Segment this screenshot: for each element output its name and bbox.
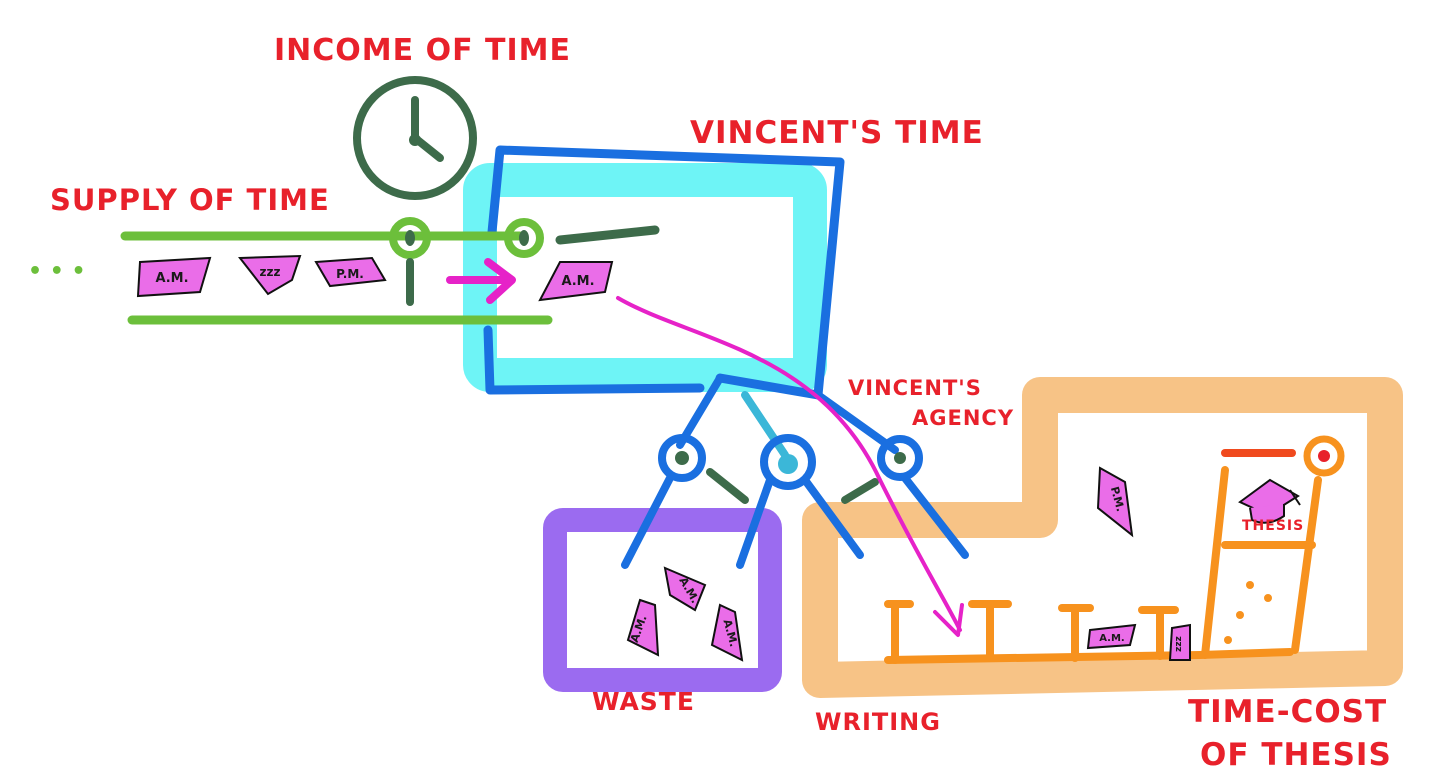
time-chip-am: A.M. [136, 256, 212, 298]
time-chip-am: A.M. [538, 261, 614, 302]
svg-text:zzz: zzz [260, 265, 281, 279]
timecost-label-line1: TIME-COST [1188, 694, 1387, 730]
stock-and-flow-diagram: A.M. zzz P.M. A.M. A.M. A.M. A.M. P.M. A… [28, 33, 1403, 773]
thesis-valve-icon [1303, 435, 1345, 477]
svg-text:A.M.: A.M. [1099, 633, 1124, 644]
time-chip-zzz: zzz [1168, 623, 1191, 661]
supply-ellipsis: • • • [28, 259, 86, 284]
time-chip-am: A.M. [1086, 623, 1137, 650]
writing-valve-icon [760, 434, 816, 490]
vincents-time-stock [463, 145, 845, 400]
supply-label: SUPPLY OF TIME [50, 183, 330, 217]
agency-label-line1: VINCENT'S [848, 376, 982, 400]
svg-text:zzz: zzz [1174, 636, 1184, 652]
time-chip-am: A.M. [663, 566, 707, 612]
income-label: INCOME OF TIME [274, 33, 571, 68]
vincents-time-label: VINCENT'S TIME [690, 115, 984, 151]
clock-icon [353, 76, 477, 200]
svg-text:A.M.: A.M. [561, 274, 594, 289]
svg-text:P.M.: P.M. [336, 267, 364, 281]
time-chip-pm: P.M. [1096, 466, 1134, 538]
time-chip-am: A.M. [710, 603, 744, 662]
agency-valve-icon [877, 435, 923, 481]
time-chip-am: A.M. [626, 598, 660, 657]
agency-label-line2: AGENCY [912, 406, 1014, 430]
timecost-label-line2: OF THESIS [1200, 737, 1392, 773]
time-chip-pm: P.M. [314, 256, 387, 288]
graduation-cap-icon [1238, 478, 1301, 524]
waste-label: WASTE [592, 687, 695, 716]
svg-text:A.M.: A.M. [155, 271, 188, 286]
thesis-label: THESIS [1242, 518, 1304, 534]
time-chip-zzz: zzz [238, 254, 302, 296]
writing-label: WRITING [815, 708, 941, 736]
